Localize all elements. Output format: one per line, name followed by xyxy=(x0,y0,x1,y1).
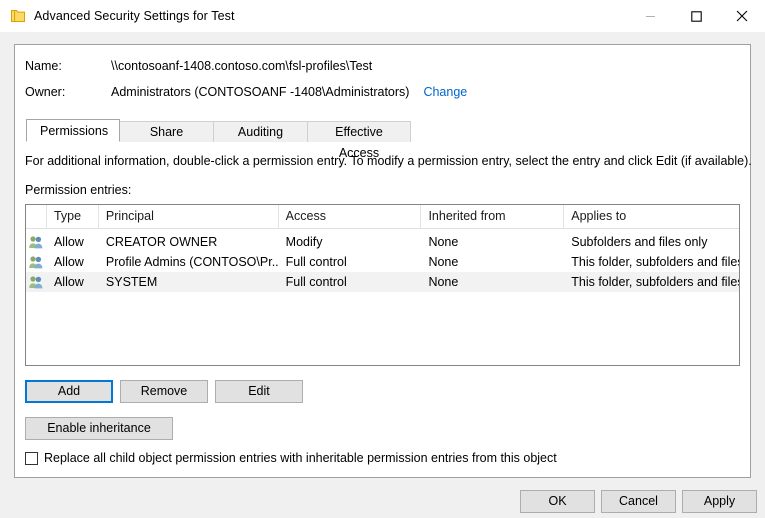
cell-principal: CREATOR OWNER xyxy=(99,232,279,252)
tab-permissions-label: Permissions xyxy=(40,124,108,138)
cell-applies-to: This folder, subfolders and files xyxy=(564,252,739,272)
cell-access: Full control xyxy=(279,272,422,292)
cell-principal: SYSTEM xyxy=(99,272,279,292)
cell-principal: Profile Admins (CONTOSO\Pr... xyxy=(99,252,279,272)
title-bar: Advanced Security Settings for Test xyxy=(0,0,765,32)
group-icon xyxy=(26,234,47,250)
cell-type: Allow xyxy=(47,232,99,252)
permission-entries-label: Permission entries: xyxy=(25,183,131,197)
folder-icon xyxy=(10,8,26,24)
name-value: \\contosoanf-1408.contoso.com\fsl-profil… xyxy=(111,59,372,73)
apply-button[interactable]: Apply xyxy=(682,490,757,513)
table-header-row: Type Principal Access Inherited from App… xyxy=(26,205,739,229)
checkbox-box[interactable] xyxy=(25,452,38,465)
cancel-button[interactable]: Cancel xyxy=(601,490,676,513)
cell-inherited-from: None xyxy=(421,272,564,292)
cell-inherited-from: None xyxy=(421,252,564,272)
group-icon xyxy=(26,274,47,290)
column-header-principal[interactable]: Principal xyxy=(99,205,279,228)
column-header-access[interactable]: Access xyxy=(279,205,422,228)
cell-access: Full control xyxy=(279,252,422,272)
tab-auditing-label: Auditing xyxy=(238,125,283,139)
maximize-button[interactable] xyxy=(673,0,719,32)
column-header-applies-to[interactable]: Applies to xyxy=(564,205,739,228)
close-button[interactable] xyxy=(719,0,765,32)
close-icon xyxy=(736,10,748,22)
cell-type: Allow xyxy=(47,252,99,272)
window-title: Advanced Security Settings for Test xyxy=(34,9,235,23)
table-row[interactable]: Allow Profile Admins (CONTOSO\Pr... Full… xyxy=(26,252,739,272)
replace-child-permissions-checkbox[interactable]: Replace all child object permission entr… xyxy=(25,451,557,465)
owner-row: Owner: Administrators (CONTOSOANF -1408\… xyxy=(25,85,750,99)
add-button[interactable]: Add xyxy=(25,380,113,403)
name-label: Name: xyxy=(25,59,111,73)
cell-inherited-from: None xyxy=(421,232,564,252)
ok-button[interactable]: OK xyxy=(520,490,595,513)
change-owner-link[interactable]: Change xyxy=(423,85,467,99)
tab-auditing[interactable]: Auditing xyxy=(213,121,308,142)
permission-entries-list[interactable]: Type Principal Access Inherited from App… xyxy=(25,204,740,366)
tab-permissions[interactable]: Permissions xyxy=(26,119,120,142)
instructions-text: For additional information, double-click… xyxy=(25,154,752,168)
permissions-tab-content: For additional information, double-click… xyxy=(15,142,750,477)
table-row[interactable]: Allow CREATOR OWNER Modify None Subfolde… xyxy=(26,232,739,252)
column-header-icon xyxy=(26,205,47,228)
enable-inheritance-button[interactable]: Enable inheritance xyxy=(25,417,173,440)
cell-applies-to: This folder, subfolders and files xyxy=(564,272,739,292)
dialog-panel: Name: \\contosoanf-1408.contoso.com\fsl-… xyxy=(14,44,751,478)
cell-access: Modify xyxy=(279,232,422,252)
cell-type: Allow xyxy=(47,272,99,292)
minimize-icon xyxy=(645,11,656,22)
tab-share-label: Share xyxy=(150,125,183,139)
column-header-inherited-from[interactable]: Inherited from xyxy=(421,205,564,228)
column-header-type[interactable]: Type xyxy=(47,205,99,228)
maximize-icon xyxy=(691,11,702,22)
dialog-footer: OK Cancel Apply xyxy=(0,478,765,518)
window-controls xyxy=(627,0,765,32)
owner-value: Administrators (CONTOSOANF -1408\Adminis… xyxy=(111,85,409,99)
group-icon xyxy=(26,254,47,270)
remove-button[interactable]: Remove xyxy=(120,380,208,403)
checkbox-label: Replace all child object permission entr… xyxy=(44,451,557,465)
table-row[interactable]: Allow SYSTEM Full control None This fold… xyxy=(26,272,739,292)
edit-button[interactable]: Edit xyxy=(215,380,303,403)
owner-label: Owner: xyxy=(25,85,111,99)
cell-applies-to: Subfolders and files only xyxy=(564,232,739,252)
tab-share[interactable]: Share xyxy=(119,121,214,142)
name-row: Name: \\contosoanf-1408.contoso.com\fsl-… xyxy=(25,59,750,73)
tab-effective-access[interactable]: Effective Access xyxy=(307,121,411,142)
minimize-button[interactable] xyxy=(627,0,673,32)
tab-strip: Permissions Share Auditing Effective Acc… xyxy=(26,119,749,142)
